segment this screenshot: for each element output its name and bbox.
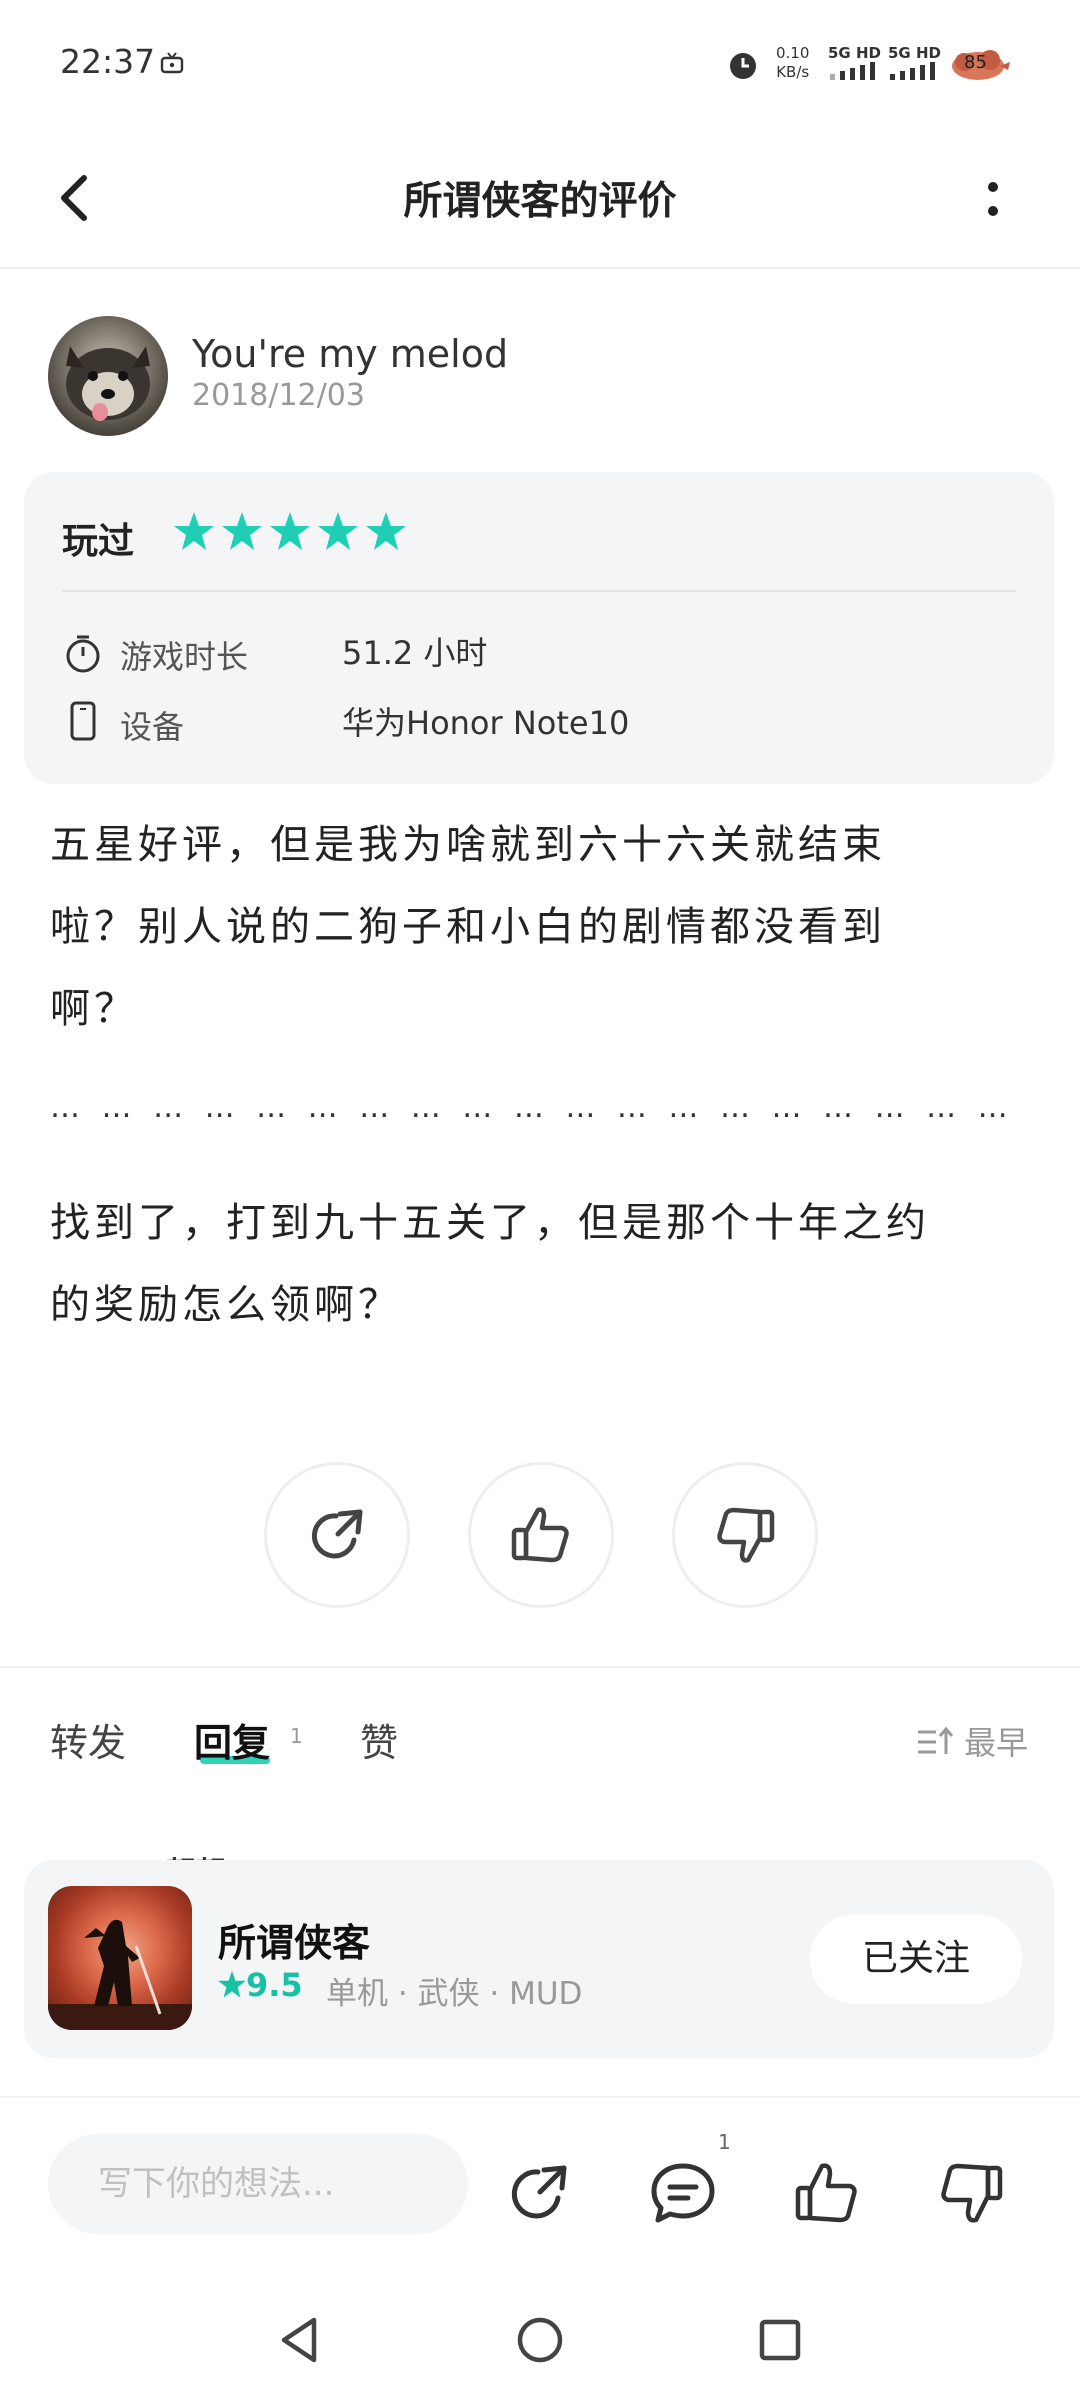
nav-recents-icon[interactable] bbox=[750, 2310, 810, 2370]
bottom-bar-divider bbox=[0, 2096, 1080, 2098]
comment-count: 1 bbox=[718, 2130, 731, 2154]
follow-button[interactable]: 已关注 bbox=[810, 1914, 1022, 2004]
nav-home-icon[interactable] bbox=[510, 2310, 570, 2370]
sort-label: 最早 bbox=[964, 1724, 1029, 1762]
played-card: 玩过 游戏时长 51.2 小时 设备 华为Honor Note10 bbox=[24, 472, 1054, 784]
battery-icon: 85 bbox=[950, 48, 1010, 84]
nav-back-icon[interactable] bbox=[270, 2310, 330, 2370]
share-icon bbox=[311, 1509, 363, 1559]
star-rating bbox=[174, 510, 414, 558]
thumbs-up-icon bbox=[511, 1507, 569, 1563]
author-name[interactable]: You're my melod bbox=[192, 332, 508, 376]
status-time: 22:37 bbox=[60, 42, 156, 81]
thumbs-down-icon[interactable] bbox=[936, 2158, 1006, 2228]
stopwatch-icon bbox=[66, 635, 100, 673]
page-title: 所谓侠客的评价 bbox=[403, 179, 677, 224]
star-icon bbox=[218, 1971, 246, 1998]
signal-1: 5G HD bbox=[828, 44, 881, 84]
play-time-value: 51.2 小时 bbox=[342, 634, 488, 672]
section-divider bbox=[0, 1666, 1080, 1668]
avatar[interactable] bbox=[48, 316, 168, 436]
star-icon bbox=[270, 512, 310, 550]
star-icon bbox=[366, 512, 406, 550]
reply-count: 1 bbox=[290, 1724, 303, 1748]
status-bar: 22:37 0.10 KB/s 5G HD 5G HD 85 bbox=[0, 0, 1080, 130]
more-options-icon[interactable] bbox=[968, 170, 1018, 230]
net-speed: 0.10 KB/s bbox=[776, 44, 810, 81]
comment-icon[interactable] bbox=[648, 2158, 718, 2228]
review-line: 的奖励怎么领啊？ bbox=[50, 1282, 402, 1328]
review-ellipsis: … … … … … … … … … … … … … … … … … … … bbox=[50, 1090, 1014, 1125]
share-icon[interactable] bbox=[504, 2158, 574, 2228]
signal-bars-icon bbox=[830, 62, 875, 80]
played-label: 玩过 bbox=[62, 521, 135, 562]
tab-like[interactable]: 赞 bbox=[360, 1712, 398, 1767]
sort-icon bbox=[918, 1726, 954, 1754]
device-value: 华为Honor Note10 bbox=[342, 704, 630, 742]
swordsman-icon bbox=[48, 1919, 192, 2030]
review-date: 2018/12/03 bbox=[192, 378, 365, 413]
app-tags: 单机 · 武侠 · MUD bbox=[326, 1976, 583, 2012]
phone-icon bbox=[70, 701, 96, 741]
play-time-label: 游戏时长 bbox=[120, 638, 249, 676]
header: 所谓侠客的评价 bbox=[0, 130, 1080, 269]
tab-forward[interactable]: 转发 bbox=[50, 1712, 126, 1767]
tab-reply[interactable]: 回复 bbox=[194, 1712, 270, 1767]
app-name: 所谓侠客 bbox=[218, 1921, 371, 1965]
signal-bars-icon bbox=[890, 62, 935, 80]
card-divider bbox=[62, 590, 1016, 592]
star-icon bbox=[318, 512, 358, 550]
app-rating: 9.5 bbox=[218, 1966, 303, 2004]
like-button[interactable] bbox=[468, 1462, 614, 1608]
dislike-button[interactable] bbox=[672, 1462, 818, 1608]
battery-level: 85 bbox=[964, 52, 987, 73]
share-button[interactable] bbox=[264, 1462, 410, 1608]
review-line: 五星好评，但是我为啥就到六十六关就结束 bbox=[50, 822, 886, 868]
review-line: 啊？ bbox=[50, 986, 138, 1032]
alarm-icon bbox=[730, 53, 756, 79]
device-label: 设备 bbox=[120, 708, 185, 746]
shiba-avatar-icon bbox=[66, 346, 150, 421]
thumbs-down-icon bbox=[717, 1507, 775, 1563]
app-icon[interactable] bbox=[48, 1886, 192, 2030]
star-icon bbox=[174, 512, 214, 550]
thumbs-up-icon[interactable] bbox=[792, 2158, 862, 2228]
sort-button[interactable]: 最早 bbox=[916, 1718, 1028, 1764]
signal-2: 5G HD bbox=[888, 44, 941, 84]
tv-icon bbox=[160, 52, 184, 74]
review-line: 找到了，打到九十五关了，但是那个十年之约 bbox=[50, 1200, 930, 1246]
comment-input[interactable]: 写下你的想法... bbox=[48, 2134, 468, 2234]
app-card[interactable]: 所谓侠客 9.5 单机 · 武侠 · MUD 已关注 bbox=[24, 1860, 1054, 2058]
star-icon bbox=[222, 512, 262, 550]
review-line: 啦？别人说的二狗子和小白的剧情都没看到 bbox=[50, 904, 886, 950]
